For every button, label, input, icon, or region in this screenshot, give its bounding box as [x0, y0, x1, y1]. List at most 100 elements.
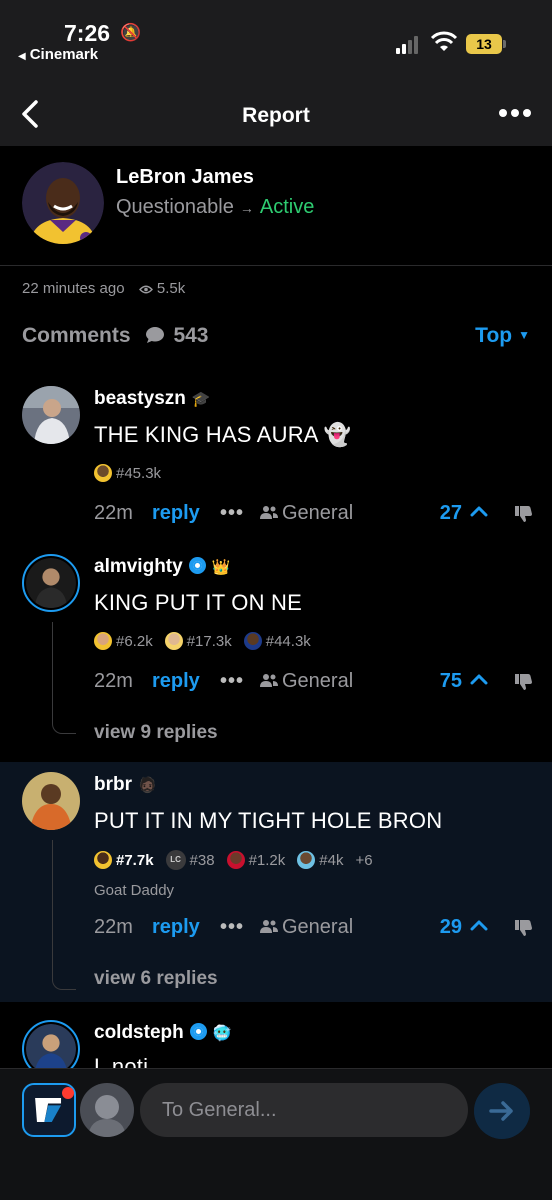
player-tag[interactable]: #44.3k [243, 632, 311, 650]
player-tag[interactable]: #45.3k [94, 464, 161, 482]
battery-tip [503, 40, 506, 48]
player-mini-avatar [297, 851, 316, 869]
comment-time: 22m [94, 670, 133, 692]
comment-actions: 22m reply ••• General 75 [94, 670, 534, 696]
player-avatar [22, 162, 104, 244]
tag-label: #1.2k [248, 851, 286, 869]
lc-badge: LC [165, 850, 186, 870]
report-meta: 22 minutes ago 5.5k [22, 280, 185, 297]
comment-username[interactable]: coldsteph 🥶 [94, 1022, 231, 1044]
grad-cap-icon: 🎓 [191, 391, 211, 408]
view-count-value: 5.5k [156, 280, 186, 297]
eye-icon [138, 285, 153, 293]
comment-time: 22m [94, 502, 133, 524]
channel-label: General [260, 502, 353, 525]
player-tags: #45.3k [94, 464, 161, 482]
comment-actions: 22m reply ••• General 29 [94, 916, 534, 942]
user-avatar[interactable] [22, 554, 80, 612]
sort-label: Top [475, 324, 513, 347]
thumbs-down-icon[interactable] [512, 918, 534, 938]
player-face-icon: 🧔🏿 [138, 777, 157, 794]
send-button[interactable] [474, 1083, 530, 1139]
player-mini-avatar [94, 464, 112, 482]
player-tag[interactable]: #4k [297, 851, 343, 869]
tag-label: #38 [189, 851, 215, 869]
reply-button[interactable]: reply [152, 916, 200, 939]
upvote-button[interactable]: 29 [440, 916, 488, 939]
carrier-label: Cinemark [29, 46, 99, 63]
comment-input[interactable]: To General... [140, 1083, 468, 1137]
comment-username[interactable]: almvighty 👑 [94, 556, 230, 578]
back-triangle-icon: ◀ [18, 51, 26, 62]
player-tag[interactable]: #7.7k [94, 851, 154, 869]
reply-button[interactable]: reply [152, 670, 200, 693]
channel-name: General [282, 916, 354, 938]
comment-text: KING PUT IT ON NE [94, 590, 302, 615]
user-flair: Goat Daddy [94, 882, 175, 899]
caret-down-icon: ▼ [518, 328, 530, 342]
user-avatar[interactable] [22, 772, 80, 830]
view-replies-button[interactable]: view 6 replies [94, 968, 218, 990]
wifi-icon [430, 31, 458, 51]
player-tags: #6.2k #17.3k #44.3k [94, 632, 311, 650]
comment-username[interactable]: beastyszn 🎓 [94, 388, 211, 410]
more-tags[interactable]: +6 [355, 852, 372, 869]
comment-item: coldsteph 🥶 L noti [0, 1016, 552, 1068]
cold-face-icon: 🥶 [212, 1025, 232, 1042]
tag-label: #6.2k [116, 632, 153, 650]
thumbs-down-icon[interactable] [512, 504, 534, 524]
user-avatar[interactable] [22, 1020, 80, 1068]
thumbs-down-icon[interactable] [512, 672, 534, 692]
bell-slash-icon: 🔕 [120, 23, 142, 42]
player-mini-avatar [94, 851, 112, 869]
chevron-up-icon [470, 920, 488, 931]
status-bar: 7:26 🔕 ◀ Cinemark 13 [0, 0, 552, 72]
comment-item: brbr 🧔🏿 PUT IT IN MY TIGHT HOLE BRON #7.7… [0, 770, 552, 1000]
people-icon [260, 674, 278, 687]
player-mini-avatar [226, 851, 245, 869]
upvote-button[interactable]: 75 [440, 670, 488, 693]
view-replies-button[interactable]: view 9 replies [94, 722, 218, 744]
tag-label: #45.3k [116, 464, 162, 482]
vote-count: 27 [439, 502, 462, 524]
previous-status: Questionable [116, 196, 234, 218]
my-avatar[interactable] [80, 1083, 134, 1137]
comment-username[interactable]: brbr 🧔🏿 [94, 774, 157, 796]
thread-line [52, 840, 76, 990]
username: brbr [94, 774, 132, 795]
tag-label: #44.3k [265, 632, 311, 650]
player-tag[interactable]: #17.3k [164, 632, 232, 650]
comments-header: Comments 543 Top ▼ [22, 324, 530, 352]
comments-label: Comments [22, 324, 131, 347]
user-avatar[interactable] [22, 386, 80, 444]
player-header[interactable]: LeBron James Questionable → Active [0, 146, 552, 266]
player-tag[interactable]: #1.2k [226, 851, 286, 869]
speech-bubble-icon [145, 327, 164, 343]
more-options-icon[interactable]: ••• [220, 916, 244, 939]
comment-actions: 22m reply ••• General 27 [94, 502, 534, 528]
player-tag[interactable]: #6.2k [94, 632, 153, 650]
player-mini-avatar [243, 632, 262, 650]
username: almvighty [94, 556, 183, 577]
back-to-app-link[interactable]: ◀ Cinemark [18, 46, 98, 63]
channel-label: General [260, 916, 353, 939]
reply-button[interactable]: reply [152, 502, 200, 525]
battery-indicator: 13 [466, 34, 502, 54]
sort-dropdown[interactable]: Top ▼ [475, 324, 530, 348]
comment-text: L noti [94, 1054, 149, 1068]
more-options-icon[interactable]: ••• [220, 670, 244, 693]
upvote-button[interactable]: 27 [440, 502, 488, 525]
status-time: 7:26 [64, 20, 111, 46]
comment-time: 22m [94, 916, 133, 938]
more-options-icon[interactable]: ••• [220, 502, 244, 525]
player-mini-avatar [94, 632, 112, 650]
status-change: Questionable → Active [116, 196, 314, 219]
thread-line [52, 622, 76, 734]
nav-bar: Report [0, 72, 552, 146]
ellipsis-icon[interactable] [498, 106, 532, 120]
username: coldsteph [94, 1022, 184, 1043]
posted-time: 22 minutes ago [22, 280, 125, 297]
player-tag[interactable]: LC #38 [165, 850, 215, 870]
crown-icon: 👑 [211, 559, 231, 576]
channel-name: General [282, 670, 354, 692]
